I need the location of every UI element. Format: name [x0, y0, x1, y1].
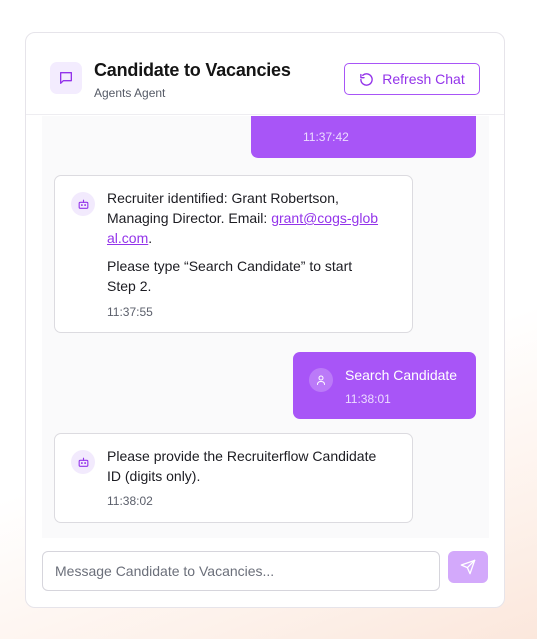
user-message: 11:37:42 [251, 116, 476, 158]
email-link-cont[interactable]: al.com [107, 230, 148, 246]
chat-card: Candidate to Vacancies Agents Agent Refr… [25, 32, 505, 608]
agent-message: Please provide the Recruiterflow Candida… [54, 433, 413, 523]
message-text: Search Candidate [345, 367, 458, 383]
refresh-chat-button[interactable]: Refresh Chat [344, 63, 480, 95]
send-button[interactable] [448, 551, 488, 583]
message-time: 11:38:01 [345, 392, 391, 406]
bot-avatar-icon [71, 192, 95, 216]
bot-avatar-icon [71, 450, 95, 474]
agent-subtitle: Agents Agent [94, 86, 166, 100]
chat-bubble-icon [50, 62, 82, 94]
message-time: 11:37:42 [303, 130, 349, 144]
message-list[interactable]: 11:37:42 Recruiter identified: Grant Rob… [42, 116, 489, 538]
message-input[interactable] [42, 551, 440, 591]
message-text: Please provide the Recruiterflow Candida… [107, 448, 377, 484]
composer [42, 551, 489, 591]
email-link[interactable]: grant@cogs-glob [271, 210, 378, 226]
agent-message: Recruiter identified: Grant Robertson, M… [54, 175, 413, 333]
message-time: 11:38:02 [107, 494, 153, 508]
message-text: Please type “Search Candidate” to start … [107, 258, 353, 294]
send-icon [460, 559, 476, 575]
user-avatar-icon [309, 368, 333, 392]
message-text: Recruiter identified: Grant Robertson, M… [107, 190, 379, 246]
refresh-chat-label: Refresh Chat [382, 71, 465, 87]
user-message: Search Candidate 11:38:01 [293, 352, 476, 419]
message-time: 11:37:55 [107, 305, 153, 319]
refresh-icon [360, 72, 374, 86]
page-title: Candidate to Vacancies [94, 60, 291, 80]
chat-header: Candidate to Vacancies Agents Agent Refr… [26, 33, 504, 115]
